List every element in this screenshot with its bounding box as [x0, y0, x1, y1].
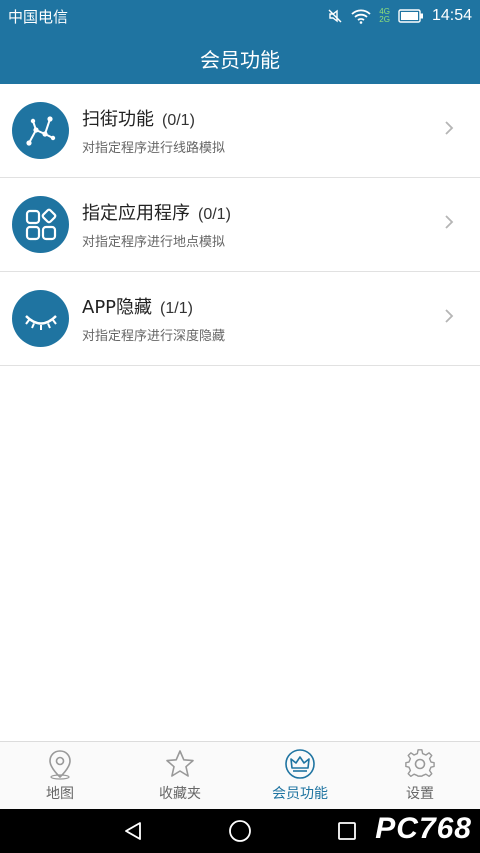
- feature-icon-circle: [12, 196, 69, 253]
- recents-icon[interactable]: [336, 820, 358, 842]
- feature-icon-circle: [12, 290, 69, 347]
- route-icon: [25, 115, 55, 146]
- feature-text: APP隐藏 (1/1) 对指定程序进行深度隐藏: [82, 293, 225, 344]
- feature-count: (0/1): [162, 112, 195, 129]
- tab-membership-label: 会员功能: [272, 786, 328, 802]
- feature-row-hide-app[interactable]: APP隐藏 (1/1) 对指定程序进行深度隐藏: [0, 272, 480, 366]
- feature-description: 对指定程序进行地点模拟: [82, 235, 226, 250]
- feature-icon-circle: [12, 102, 69, 159]
- star-icon: [166, 750, 194, 777]
- network-type: 4G 2G: [379, 8, 390, 24]
- feature-text: 扫街功能 (0/1) 对指定程序进行线路模拟: [82, 105, 225, 156]
- tab-map[interactable]: 地图: [0, 742, 120, 809]
- feature-row-apps[interactable]: 指定应用程序 (0/1) 对指定程序进行地点模拟: [0, 178, 480, 272]
- battery-icon: [398, 9, 423, 23]
- page-title: 会员功能: [200, 47, 280, 72]
- watermark-logo: PC768: [375, 812, 472, 845]
- feature-name: 扫街功能: [82, 109, 154, 130]
- chevron-right-icon: [445, 309, 454, 323]
- feature-name: 指定应用程序: [82, 203, 190, 224]
- chevron-right-icon: [445, 215, 454, 229]
- tab-membership[interactable]: 会员功能: [240, 742, 360, 809]
- back-icon[interactable]: [122, 820, 144, 842]
- bottom-tab-bar: 地图 收藏夹 会员功能 设置: [0, 741, 480, 809]
- feature-text: 指定应用程序 (0/1) 对指定程序进行地点模拟: [82, 199, 231, 250]
- app-bar: 会员功能: [0, 32, 480, 84]
- tab-settings[interactable]: 设置: [360, 742, 480, 809]
- status-bar: 中国电信 4G 2G 14:54: [0, 0, 480, 32]
- network-type-bottom: 2G: [379, 15, 390, 24]
- wifi-icon: [351, 9, 371, 24]
- clock: 14:54: [431, 7, 472, 24]
- home-icon[interactable]: [228, 819, 252, 843]
- feature-description: 对指定程序进行深度隐藏: [82, 329, 226, 344]
- feature-row-route[interactable]: 扫街功能 (0/1) 对指定程序进行线路模拟: [0, 84, 480, 178]
- feature-count: (0/1): [198, 206, 231, 223]
- carrier-label: 中国电信: [8, 8, 69, 26]
- feature-description: 对指定程序进行线路模拟: [82, 141, 226, 156]
- feature-name: APP隐藏: [82, 297, 153, 318]
- crown-icon: [285, 749, 315, 779]
- map-pin-icon: [49, 750, 71, 780]
- apps-grid-icon: [25, 208, 56, 240]
- feature-list: 扫街功能 (0/1) 对指定程序进行线路模拟 指定应用程序 (0/1) 对指定程…: [0, 84, 480, 366]
- gear-icon: [405, 749, 435, 778]
- feature-count: (1/1): [160, 300, 193, 317]
- closed-eye-icon: [24, 314, 57, 330]
- chevron-right-icon: [445, 121, 454, 135]
- status-icons: 4G 2G 14:54: [327, 7, 472, 25]
- tab-map-label: 地图: [46, 786, 74, 802]
- tab-favorites-label: 收藏夹: [159, 786, 201, 802]
- mute-icon: [328, 9, 342, 23]
- tab-favorites[interactable]: 收藏夹: [120, 742, 240, 809]
- tab-settings-label: 设置: [406, 786, 434, 802]
